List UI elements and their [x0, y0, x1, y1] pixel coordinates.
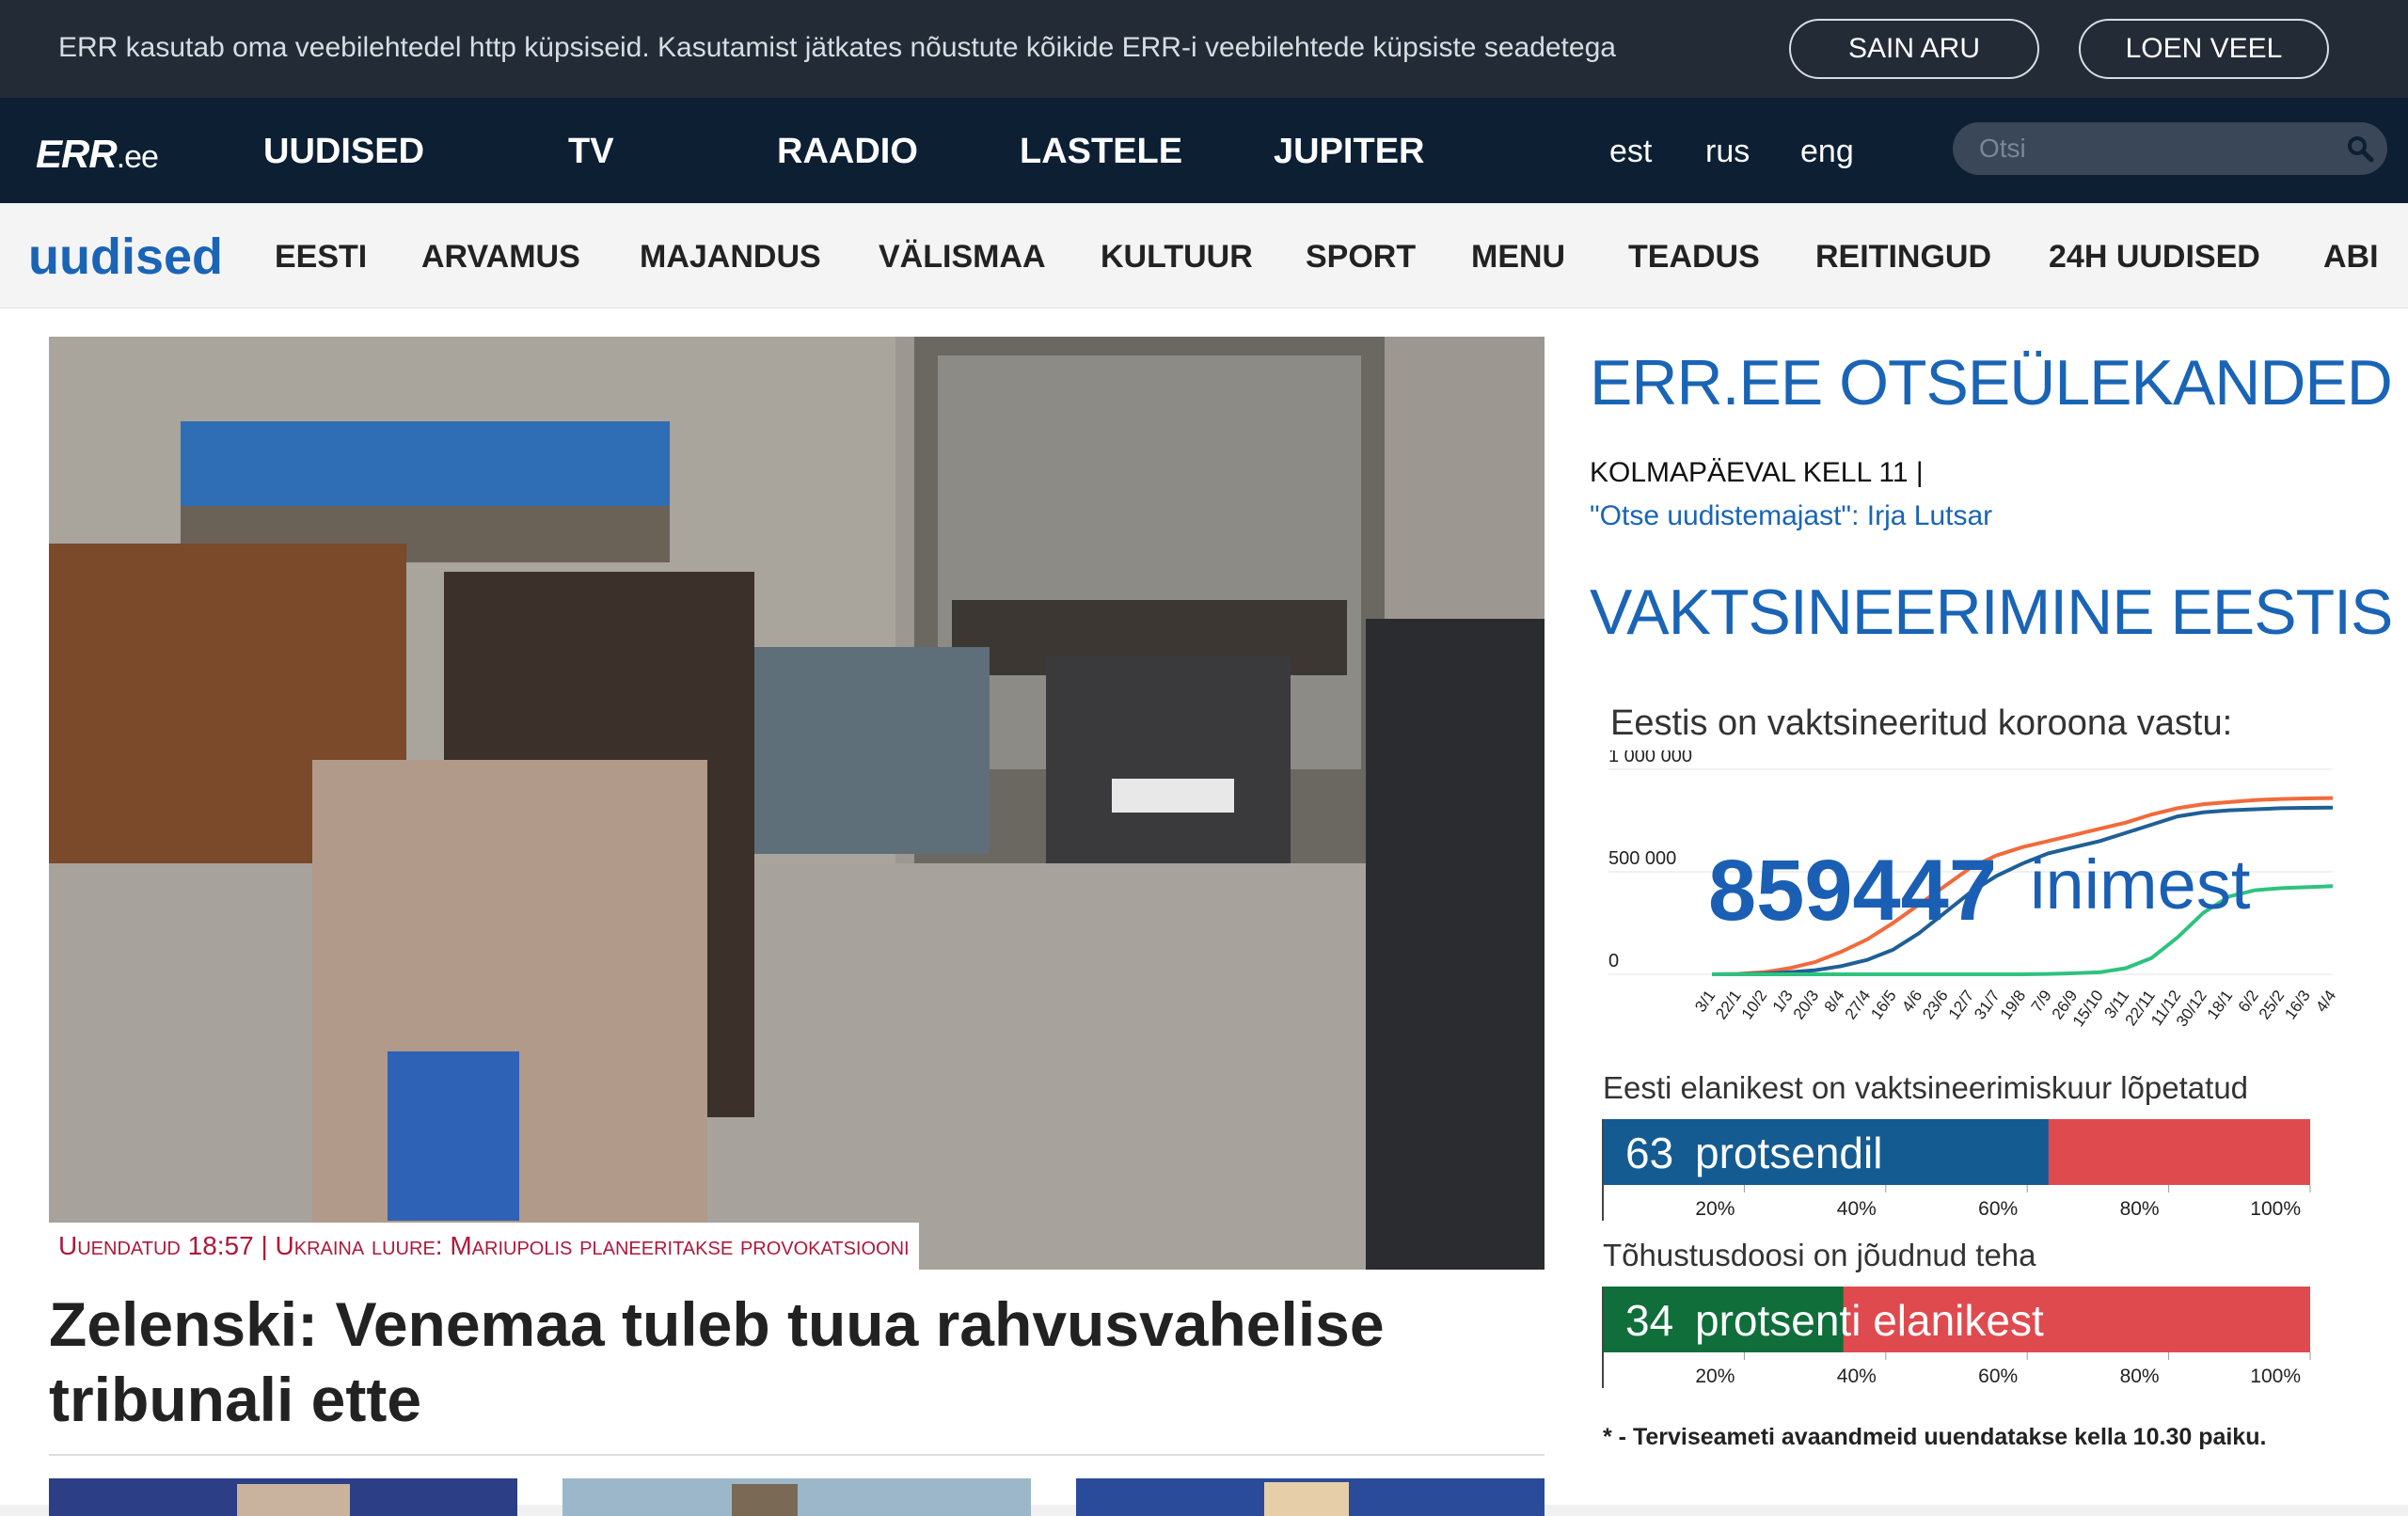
completed-bar-tick-label: 20% — [1695, 1198, 1735, 1220]
hero-update-tag[interactable]: Uuendatud 18:57 | Ukraina luure: Mariupo… — [49, 1223, 919, 1270]
x-tick-label: 31/7 — [1971, 987, 2004, 1022]
logo-text: ERR — [36, 132, 118, 176]
article-thumbnail-2[interactable] — [562, 1478, 1031, 1516]
booster-bar-tick-label: 100% — [2250, 1366, 2301, 1387]
booster-bar: 34 protsenti elanikest 20% 40% 60% 80% 100% — [1602, 1287, 2311, 1388]
subnav-item-kultuur[interactable]: KULTUUR — [1101, 239, 1253, 276]
article-thumbnail-1[interactable] — [49, 1478, 517, 1516]
content-divider — [49, 1454, 1545, 1456]
search-icon[interactable] — [2346, 134, 2374, 163]
subnav-item-abi[interactable]: ABI — [2323, 239, 2379, 276]
subnav-item-sport[interactable]: SPORT — [1306, 239, 1416, 276]
subnav-item-24h-uudised[interactable]: 24H UUDISED — [2049, 239, 2260, 276]
lang-rus[interactable]: rus — [1705, 134, 1750, 170]
x-tick-label: 22/1 — [1712, 987, 1745, 1022]
live-broadcasts-heading[interactable]: ERR.EE OTSEÜLEKANDED — [1590, 346, 2393, 419]
subnav-item-eesti[interactable]: EESTI — [275, 239, 367, 276]
x-tick-label: 23/6 — [1919, 987, 1952, 1022]
hero-article[interactable]: Uuendatud 18:57 | Ukraina luure: Mariupo… — [49, 337, 1545, 1270]
vaccination-chart-title: Eestis on vaktsineeritud koroona vastu: — [1610, 703, 2233, 743]
lang-est[interactable]: est — [1609, 134, 1652, 170]
booster-bar-tick-label: 80% — [2120, 1366, 2160, 1387]
y-tick-label: 1 000 000 — [1608, 750, 1692, 766]
x-tick-label: 19/8 — [1997, 987, 2030, 1022]
completed-bar-percent: 63 — [1625, 1129, 1673, 1177]
data-update-footnote: * - Terviseameti avaandmeid uuendatakse … — [1603, 1424, 2267, 1450]
subnav-item-valismaa[interactable]: VÄLISMAA — [879, 239, 1046, 276]
completed-bar-tick-label: 60% — [1978, 1198, 2018, 1220]
vaccination-heading[interactable]: VAKTSINEERIMINE EESTIS — [1590, 576, 2393, 649]
main-content: Uuendatud 18:57 | Ukraina luure: Mariupo… — [0, 308, 2408, 1516]
section-navigation: uudised EESTI ARVAMUS MAJANDUS VÄLISMAA … — [0, 203, 2408, 308]
vaccination-chart: 0 500 000 1 000 000 3/122/110/21/320/38/42… — [1608, 750, 2339, 1030]
x-tick-label: 16/5 — [1867, 987, 1900, 1022]
y-tick-label: 500 000 — [1608, 848, 1676, 869]
subnav-item-reitingud[interactable]: REITINGUD — [1815, 239, 1991, 276]
x-tick-label: 25/2 — [2256, 987, 2289, 1022]
live-broadcast-time: KOLMAPÄEVAL KELL 11 | — [1590, 457, 1924, 488]
article-thumbnail-3[interactable] — [1076, 1478, 1545, 1516]
hero-photo — [49, 337, 1545, 1270]
x-tick-label: 16/3 — [2281, 987, 2314, 1022]
cookie-message: ERR kasutab oma veebilehtedel http küpsi… — [58, 32, 1616, 63]
booster-bar-percent: 34 — [1625, 1296, 1673, 1345]
booster-bar-tick-label: 20% — [1695, 1366, 1735, 1387]
booster-bar-label: protsenti elanikest — [1695, 1296, 2044, 1345]
vaccinated-unit: inimest — [2030, 845, 2251, 924]
section-brand[interactable]: uudised — [28, 228, 223, 286]
y-tick-label: 0 — [1608, 951, 1619, 971]
course-completed-title: Eesti elanikest on vaktsineerimiskuur lõ… — [1603, 1070, 2249, 1105]
course-completed-bar: 63 protsendil 20% 40% 60% 80% 100% — [1602, 1119, 2311, 1221]
live-broadcast-link[interactable]: "Otse uudistemajast": Irja Lutsar — [1590, 500, 1992, 532]
subnav-item-arvamus[interactable]: ARVAMUS — [421, 239, 580, 276]
x-tick-label: 4/4 — [2312, 987, 2339, 1015]
completed-bar-tick-label: 100% — [2250, 1198, 2301, 1220]
search-input[interactable] — [1979, 130, 2327, 167]
booster-title: Tõhustusdoosi on jõudnud teha — [1603, 1238, 2036, 1272]
search-box — [1953, 122, 2387, 175]
vaccinated-count: 859447 — [1708, 843, 1997, 939]
x-tick-label: 12/7 — [1945, 987, 1978, 1022]
err-logo[interactable]: ERR.ee — [36, 132, 159, 177]
lang-eng[interactable]: eng — [1800, 134, 1854, 170]
x-tick-label: 20/3 — [1790, 987, 1823, 1022]
top-navigation: ERR.ee UUDISED TV RAADIO LASTELE JUPITER… — [0, 98, 2408, 203]
hero-headline[interactable]: Zelenski: Venemaa tuleb tuua rahvusvahel… — [49, 1287, 1460, 1437]
cookie-read-more-button[interactable]: LOEN VEEL — [2079, 19, 2329, 79]
nav-tv[interactable]: TV — [568, 132, 614, 172]
nav-uudised[interactable]: UUDISED — [263, 132, 424, 172]
nav-raadio[interactable]: RAADIO — [777, 132, 918, 172]
cookie-banner: ERR kasutab oma veebilehtedel http küpsi… — [0, 0, 2408, 98]
nav-lastele[interactable]: LASTELE — [1020, 132, 1182, 172]
subnav-item-majandus[interactable]: MAJANDUS — [640, 239, 821, 276]
nav-jupiter[interactable]: JUPITER — [1274, 132, 1424, 172]
x-tick-label: 10/2 — [1738, 987, 1771, 1022]
chart-x-labels: 3/122/110/21/320/38/427/416/54/623/612/7… — [1691, 987, 2339, 1030]
completed-bar-tick-label: 80% — [2120, 1198, 2160, 1220]
completed-bar-tick-label: 40% — [1837, 1198, 1877, 1220]
booster-bar-tick-label: 40% — [1837, 1366, 1877, 1387]
x-tick-label: 27/4 — [1842, 987, 1875, 1022]
cookie-agree-button[interactable]: SAIN ARU — [1789, 19, 2039, 79]
subnav-item-teadus[interactable]: TEADUS — [1628, 239, 1760, 276]
logo-suffix: .ee — [116, 139, 159, 175]
completed-bar-label: protsendil — [1695, 1129, 1882, 1177]
subnav-item-menu[interactable]: MENU — [1471, 239, 1565, 276]
x-tick-label: 18/1 — [2204, 987, 2237, 1022]
booster-bar-tick-label: 60% — [1978, 1366, 2018, 1387]
